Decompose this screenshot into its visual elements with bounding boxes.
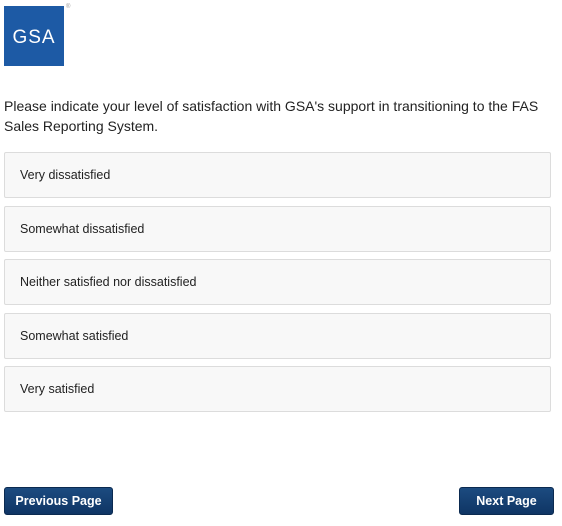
next-page-button[interactable]: Next Page [459, 487, 554, 515]
option-somewhat-satisfied[interactable]: Somewhat satisfied [4, 312, 551, 359]
option-label: Neither satisfied nor dissatisfied [20, 275, 197, 289]
registered-mark: ® [66, 4, 71, 10]
option-neutral[interactable]: Neither satisfied nor dissatisfied [4, 259, 551, 305]
option-somewhat-dissatisfied[interactable]: Somewhat dissatisfied [4, 205, 551, 252]
option-label: Very dissatisfied [20, 168, 111, 182]
question-text: Please indicate your level of satisfacti… [4, 98, 539, 134]
gsa-logo: GSA [4, 6, 64, 66]
option-label: Very satisfied [20, 382, 95, 396]
option-very-satisfied[interactable]: Very satisfied [4, 366, 551, 412]
option-label: Somewhat dissatisfied [20, 221, 145, 236]
option-label: Somewhat satisfied [20, 328, 129, 343]
answer-options: Very dissatisfied Somewhat dissatisfied … [4, 152, 551, 420]
previous-page-button[interactable]: Previous Page [4, 487, 113, 515]
option-very-dissatisfied[interactable]: Very dissatisfied [4, 152, 551, 198]
logo-text: GSA [12, 27, 56, 48]
